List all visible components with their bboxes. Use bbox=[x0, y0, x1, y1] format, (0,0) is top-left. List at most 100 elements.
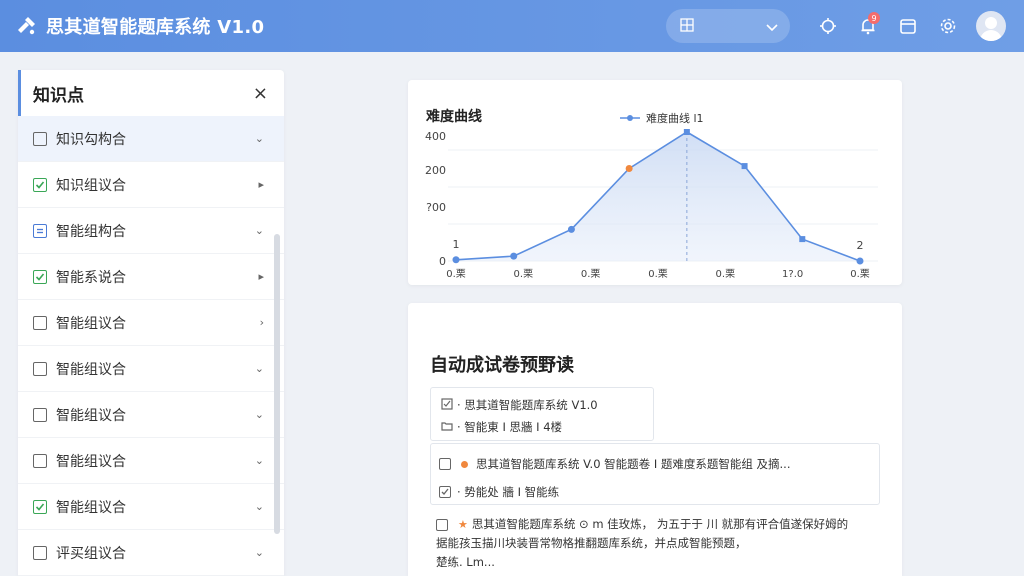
question-text-cont: 据能孩玉描川块装晋常物格推翻题库系统，并点成智能预题， bbox=[436, 536, 747, 550]
sidebar-item-label: 智能系说合 bbox=[56, 269, 126, 286]
close-icon[interactable]: × bbox=[253, 83, 268, 104]
x-tick-label: 0.栗 bbox=[514, 268, 534, 280]
sidebar-item[interactable]: 智能组议合 ⌄ bbox=[18, 484, 284, 530]
chevron-icon[interactable]: ▸ bbox=[258, 178, 264, 191]
question-text-cont: 楚练. Lm... bbox=[436, 555, 495, 569]
avatar[interactable] bbox=[976, 11, 1006, 41]
question-checkbox[interactable] bbox=[439, 458, 451, 470]
sidebar-item-label: 智能组议合 bbox=[56, 315, 126, 332]
question-checkbox-checked[interactable] bbox=[439, 486, 451, 498]
x-tick-label: 0.栗 bbox=[446, 268, 466, 280]
chevron-icon[interactable]: ⌄ bbox=[255, 132, 264, 145]
y-tick-label: 400 bbox=[425, 130, 446, 143]
sidebar-item[interactable]: 智能系说合 ▸ bbox=[18, 254, 284, 300]
chevron-icon[interactable]: ⌄ bbox=[255, 454, 264, 467]
data-point bbox=[452, 256, 460, 264]
checkbox-checked[interactable] bbox=[33, 177, 47, 192]
sidebar-item-label: 评买组议合 bbox=[56, 545, 126, 562]
sidebar-item-label: 智能组议合 bbox=[56, 361, 126, 378]
chevron-icon[interactable]: › bbox=[260, 316, 264, 329]
paper-row-label: · 智能東 I 思牆 I 4楼 bbox=[457, 420, 563, 434]
checkbox[interactable] bbox=[33, 315, 47, 330]
data-label: 1 bbox=[453, 238, 460, 251]
x-tick-label: 0.栗 bbox=[850, 268, 870, 280]
sidebar-item-label: 智能组议合 bbox=[56, 407, 126, 424]
chevron-icon[interactable]: ⌄ bbox=[255, 362, 264, 375]
data-point-highlight bbox=[625, 165, 633, 173]
x-tick-label: 0.栗 bbox=[716, 268, 736, 280]
question-text: · 势能处 牆 I 智能练 bbox=[457, 485, 560, 499]
paper-preview-box: · 思其道智能题库系统 V1.0 · 智能東 I 思牆 I 4楼 bbox=[430, 387, 654, 441]
chevron-icon[interactable]: ▸ bbox=[258, 270, 264, 283]
question-text: 思其道智能题库系统 ⊙ m 佳玫炼， 为五于于 川 就那有评合值遂保好姆的 bbox=[471, 517, 849, 531]
x-tick-label: 1?.0 bbox=[782, 269, 803, 280]
question-box: 思其道智能题库系统 V.0 智能题卷 I 题难度系题智能组 及摘... · 势能… bbox=[430, 443, 880, 505]
sidebar-item[interactable]: 智能组议合 ⌄ bbox=[18, 392, 284, 438]
question-row[interactable]: · 势能处 牆 I 智能练 bbox=[439, 478, 879, 506]
checkbox[interactable] bbox=[33, 131, 47, 146]
y-tick-label: 200 bbox=[425, 164, 446, 177]
sidebar-item-label: 智能组议合 bbox=[56, 499, 126, 516]
chevron-icon[interactable]: ⌄ bbox=[255, 500, 264, 513]
app-header: 思其道智能题库系统 V1.0 9 bbox=[0, 0, 1024, 52]
chevron-icon[interactable]: ⌄ bbox=[255, 408, 264, 421]
sidebar-item[interactable]: 知识组议合 ▸ bbox=[18, 162, 284, 208]
paper-row: · 智能東 I 思牆 I 4楼 bbox=[441, 416, 653, 438]
question-row[interactable]: 思其道智能题库系统 V.0 智能题卷 I 题难度系题智能组 及摘... bbox=[439, 450, 879, 478]
calendar-icon[interactable] bbox=[888, 9, 928, 43]
legend-label: 难度曲线 l1 bbox=[646, 111, 704, 125]
target-icon[interactable] bbox=[808, 9, 848, 43]
difficulty-chart: 0 ?00 200 400 1 2 0.栗 0.栗 0.栗 0.栗 0.栗 1?.0 0.栗 难度曲线 l… bbox=[425, 111, 878, 280]
sidebar-item-label: 知识勾构合 bbox=[56, 131, 126, 148]
sidebar-item-label: 知识组议合 bbox=[56, 177, 126, 194]
sidebar-list: 知识勾构合 ⌄ 知识组议合 ▸ 智能组构合 ⌄ 智能系说合 ▸ 智能组议合 › 智能组议合 ⌄ 智能组议… bbox=[18, 116, 284, 576]
legend-marker bbox=[627, 115, 633, 121]
sidebar-header: 知识点 × bbox=[18, 70, 284, 116]
question-checkbox[interactable] bbox=[436, 518, 448, 531]
sidebar-title: 知识点 bbox=[33, 85, 84, 106]
paper-row-label: · 思其道智能题库系统 V1.0 bbox=[457, 398, 598, 412]
sidebar-item[interactable]: 评买组议合 ⌄ bbox=[18, 530, 284, 576]
sidebar-item[interactable]: 智能组议合 ⌄ bbox=[18, 438, 284, 484]
sidebar-item[interactable]: 智能组议合 ⌄ bbox=[18, 346, 284, 392]
data-point bbox=[567, 225, 575, 233]
layout-icon bbox=[680, 17, 694, 36]
sidebar-item[interactable]: 智能组议合 › bbox=[18, 300, 284, 346]
checkbox[interactable] bbox=[33, 407, 47, 422]
checkbox-checked[interactable] bbox=[33, 499, 47, 514]
question-item[interactable]: ★ 思其道智能题库系统 ⊙ m 佳玫炼， 为五于于 川 就那有评合值遂保好姆的 … bbox=[436, 515, 886, 572]
checkbox-partial[interactable] bbox=[33, 223, 47, 238]
auto-paper-card: 自动成试卷预野读 · 思其道智能题库系统 V1.0 · 智能東 I 思牆 I 4… bbox=[408, 303, 902, 576]
x-tick-label: 0.栗 bbox=[581, 268, 601, 280]
data-point bbox=[510, 252, 518, 260]
gear-icon[interactable] bbox=[928, 9, 968, 43]
sidebar-scrollbar[interactable] bbox=[274, 234, 280, 534]
paper-row: · 思其道智能题库系统 V1.0 bbox=[441, 394, 653, 416]
sidebar-item[interactable]: 智能组构合 ⌄ bbox=[18, 208, 284, 254]
data-point bbox=[799, 236, 806, 243]
sidebar-item-label: 智能组构合 bbox=[56, 223, 126, 240]
knowledge-sidebar: 知识点 × 知识勾构合 ⌄ 知识组议合 ▸ 智能组构合 ⌄ 智能系说合 ▸ 智能组议合 › 智能组议… bbox=[18, 70, 284, 576]
layout-selector[interactable] bbox=[666, 9, 790, 43]
checkbox[interactable] bbox=[33, 453, 47, 468]
sidebar-item-label: 智能组议合 bbox=[56, 453, 126, 470]
data-point bbox=[741, 163, 748, 170]
chevron-down-icon bbox=[766, 17, 778, 36]
logo-icon[interactable] bbox=[14, 14, 38, 38]
checkbox-checked[interactable] bbox=[33, 269, 47, 284]
folder-icon[interactable] bbox=[441, 420, 453, 435]
checkbox[interactable] bbox=[33, 545, 47, 560]
checkbox[interactable] bbox=[33, 361, 47, 376]
x-tick-label: 0.栗 bbox=[648, 268, 668, 280]
edit-icon[interactable] bbox=[441, 397, 453, 413]
y-tick-label: 0 bbox=[439, 255, 446, 268]
notification-badge: 9 bbox=[868, 12, 880, 24]
star-icon: ★ bbox=[458, 518, 468, 531]
data-point bbox=[683, 129, 690, 135]
difficulty-chart-card: 难度曲线 0 ?00 200 400 1 2 0.栗 0.栗 0.栗 0.栗 0.栗 1?.0 0.栗难… bbox=[408, 80, 902, 285]
chevron-icon[interactable]: ⌄ bbox=[255, 546, 264, 559]
sidebar-item[interactable]: 知识勾构合 ⌄ bbox=[18, 116, 284, 162]
chevron-icon[interactable]: ⌄ bbox=[255, 224, 264, 237]
paper-title: 自动成试卷预野读 bbox=[430, 355, 574, 376]
bell-icon[interactable]: 9 bbox=[848, 9, 888, 43]
